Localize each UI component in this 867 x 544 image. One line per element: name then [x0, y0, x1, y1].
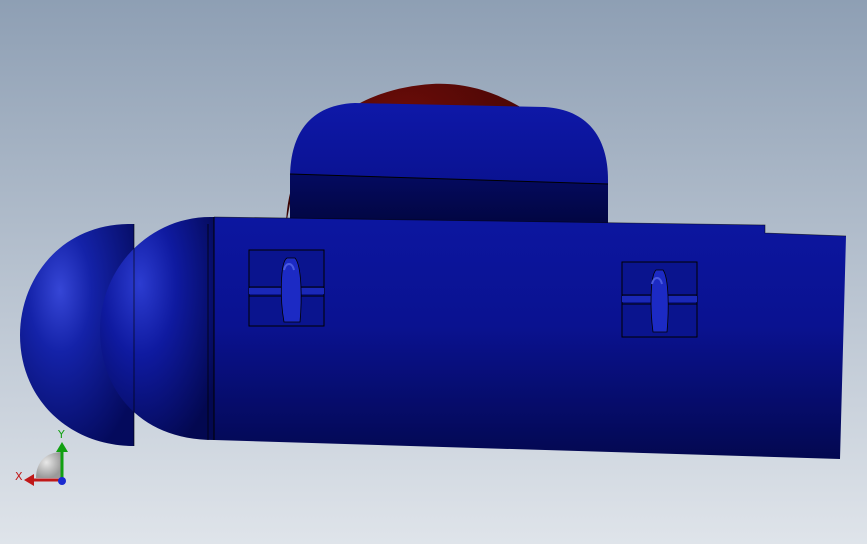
left-pocket — [248, 249, 325, 327]
top-housing — [289, 103, 609, 226]
z-axis-dot — [58, 477, 66, 485]
x-axis-label: X — [15, 470, 23, 483]
y-axis-label: Y — [57, 428, 65, 441]
right-pocket — [621, 261, 698, 338]
graphics-viewport[interactable]: Y X — [0, 0, 867, 544]
